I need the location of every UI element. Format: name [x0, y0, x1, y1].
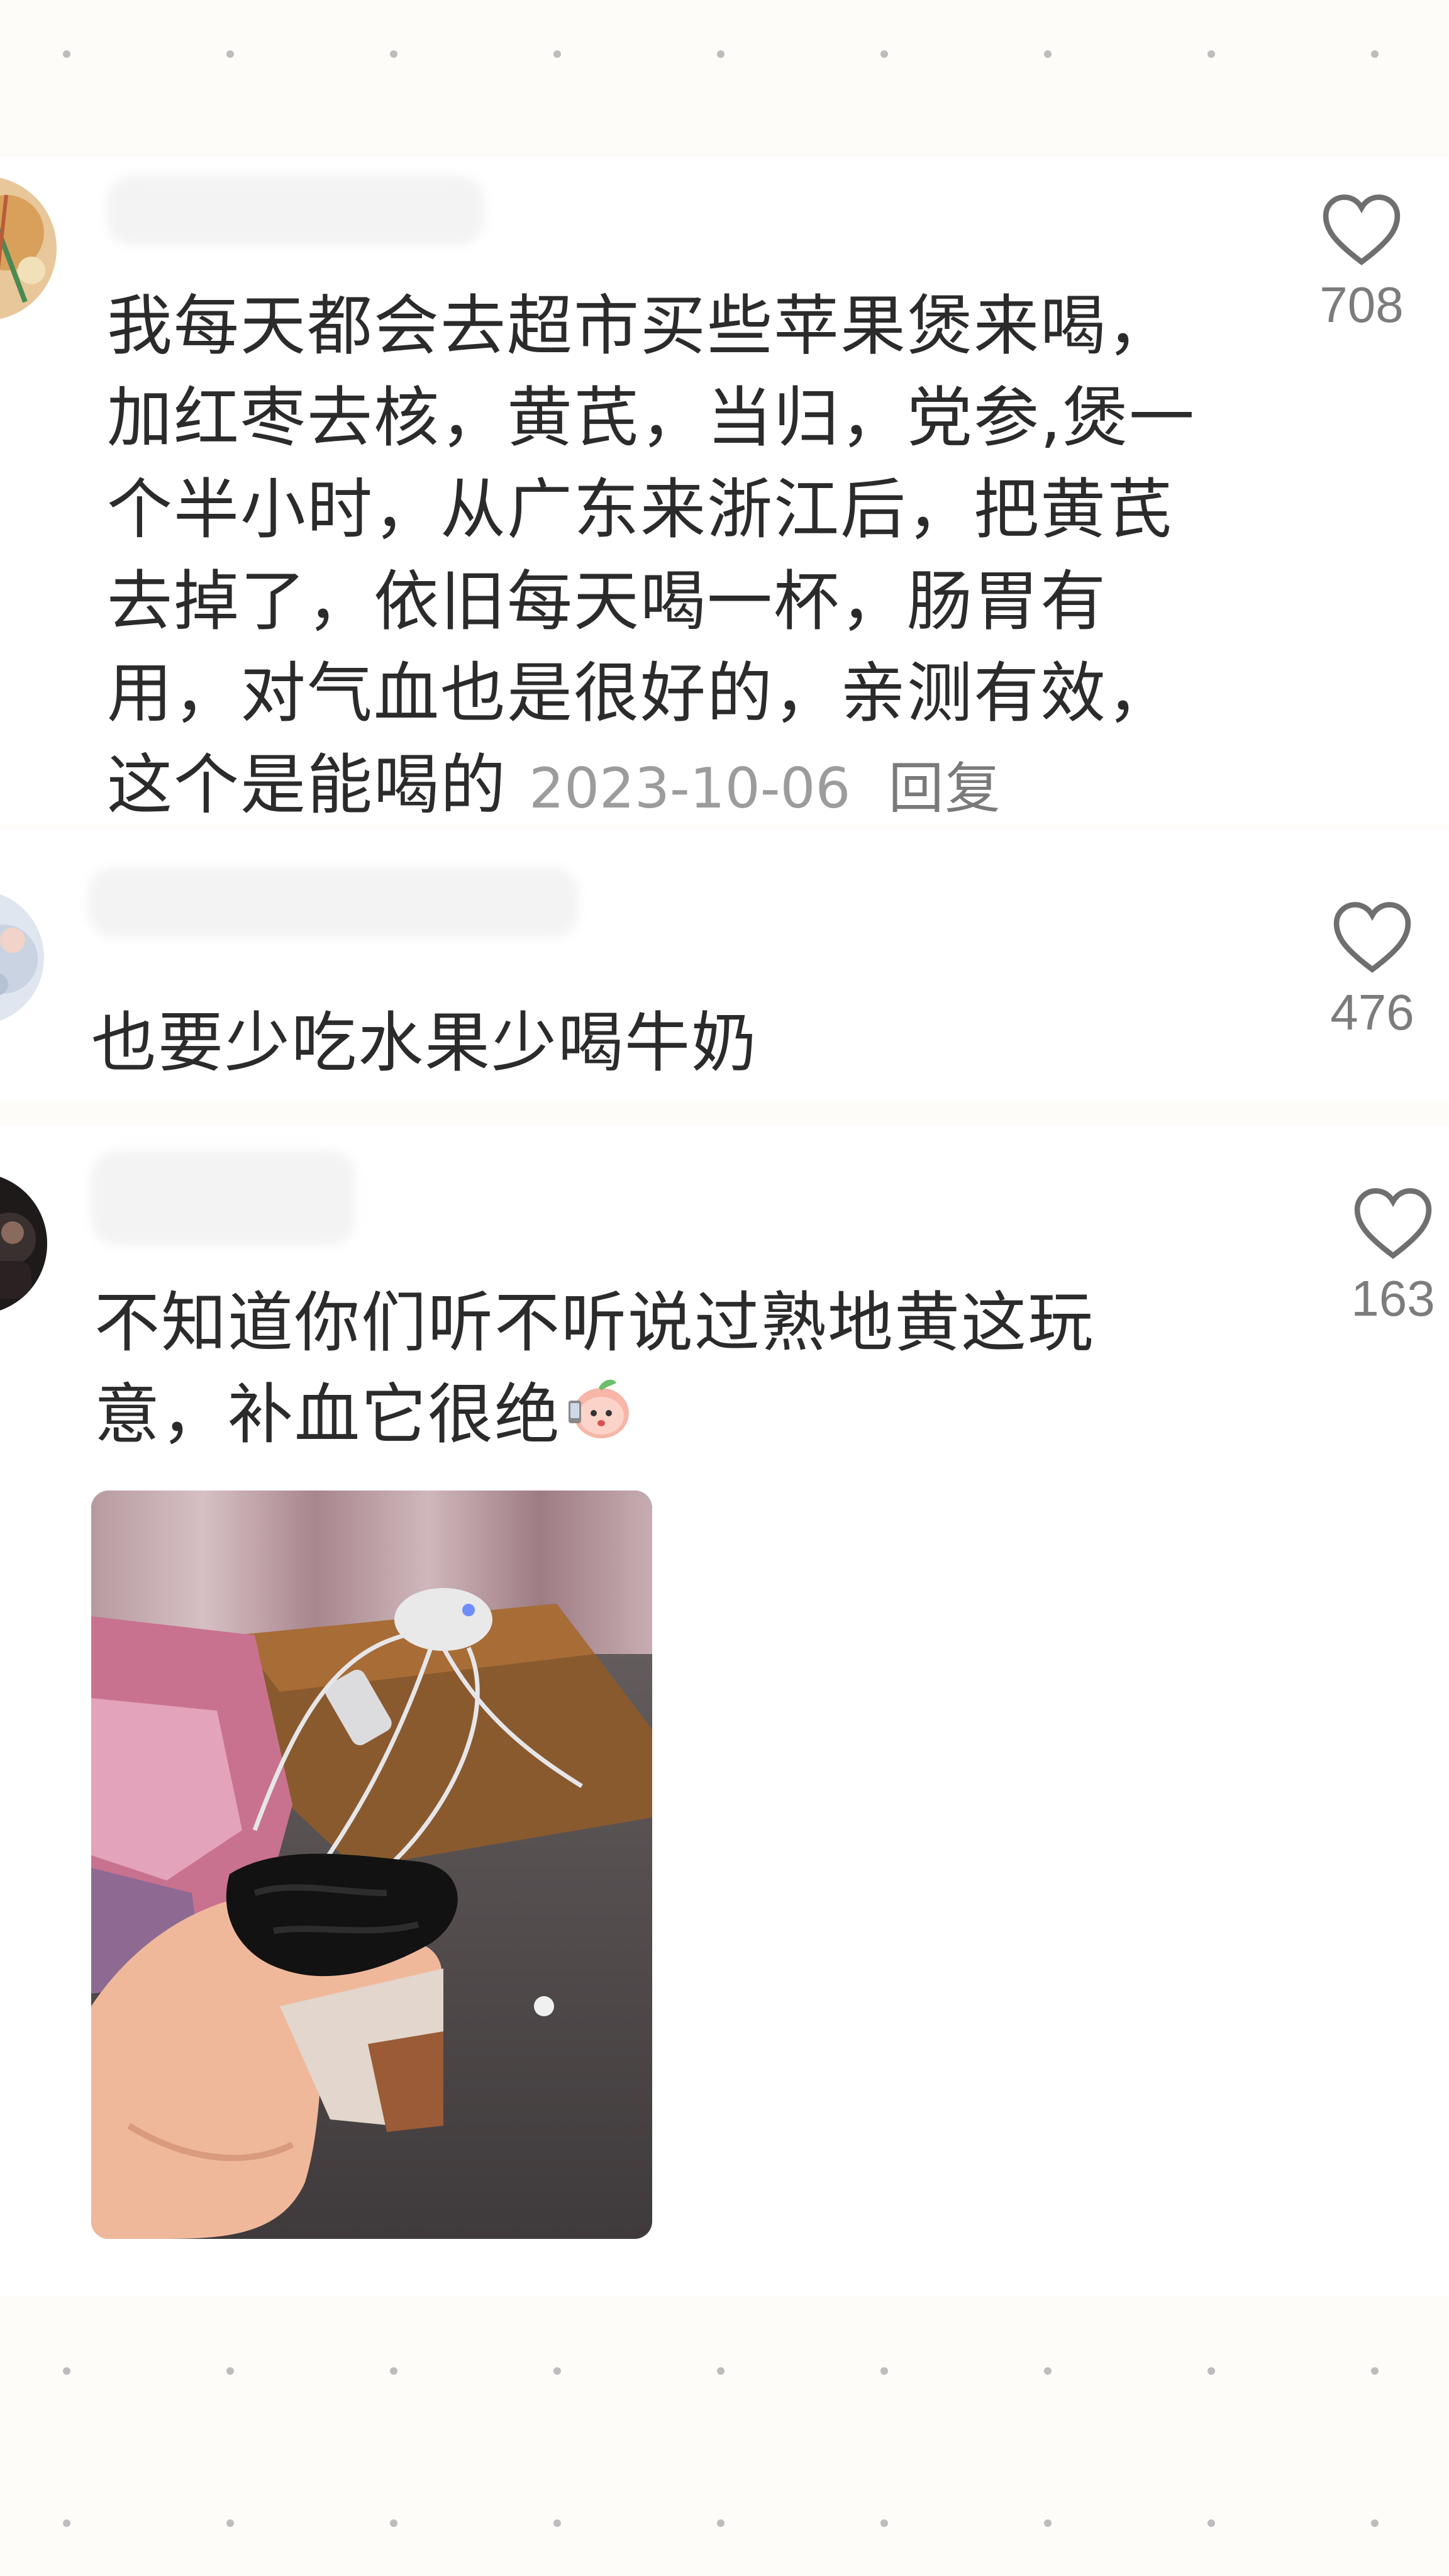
reply-button-1[interactable]: 回复	[889, 756, 1002, 821]
comment-item-3: 不知道你们听不听说过熟地黄这玩 意，补血它很绝 163	[0, 1126, 1449, 2296]
comment-text-1: 我每天都会去超市买些苹果煲来喝， 加红枣去核，黄芪，当归，党参,煲一 个半小时，…	[107, 287, 1196, 823]
commenter-avatar-1[interactable]	[0, 176, 57, 321]
like-button-1[interactable]: 708	[1299, 192, 1424, 334]
like-count-3: 163	[1351, 1270, 1435, 1326]
peach-face-emoji-icon	[561, 1370, 636, 1446]
bottom-dot-divider-1	[0, 2363, 1449, 2379]
comments-screen: 我每天都会去超市买些苹果煲来喝， 加红枣去核，黄芪，当归，党参,煲一 个半小时，…	[0, 0, 1449, 2576]
like-count-1: 708	[1319, 277, 1404, 333]
comment-text-2: 也要少吃水果少喝牛奶	[91, 1004, 758, 1081]
commenter-name-blurred-1[interactable]	[107, 176, 484, 245]
like-button-2[interactable]: 476	[1309, 899, 1435, 1041]
top-dot-divider	[0, 47, 1449, 62]
commenter-avatar-3[interactable]	[0, 1173, 47, 1314]
commenter-avatar-2[interactable]	[0, 890, 44, 1025]
heart-icon	[1333, 902, 1411, 973]
commenter-name-blurred-2[interactable]	[88, 868, 579, 937]
bottom-dot-divider-2	[0, 2516, 1449, 2531]
comment-date-1: 2023-10-06	[529, 756, 851, 821]
heart-icon	[1354, 1188, 1432, 1259]
comment-text-3: 不知道你们听不听说过熟地黄这玩 意，补血它很绝	[94, 1284, 1095, 1453]
photo-hand-holding-rehmannia	[91, 1491, 652, 2239]
comment-item-1: 我每天都会去超市买些苹果煲来喝， 加红枣去核，黄芪，当归，党参,煲一 个半小时，…	[0, 157, 1449, 824]
like-count-2: 476	[1330, 984, 1414, 1040]
commenter-name-blurred-3[interactable]	[91, 1151, 355, 1245]
comment-photo-3[interactable]	[91, 1491, 652, 2239]
comment-item-2: 也要少吃水果少喝牛奶 476	[0, 830, 1449, 1101]
heart-icon	[1323, 194, 1401, 265]
like-button-3[interactable]: 163	[1330, 1185, 1449, 1328]
